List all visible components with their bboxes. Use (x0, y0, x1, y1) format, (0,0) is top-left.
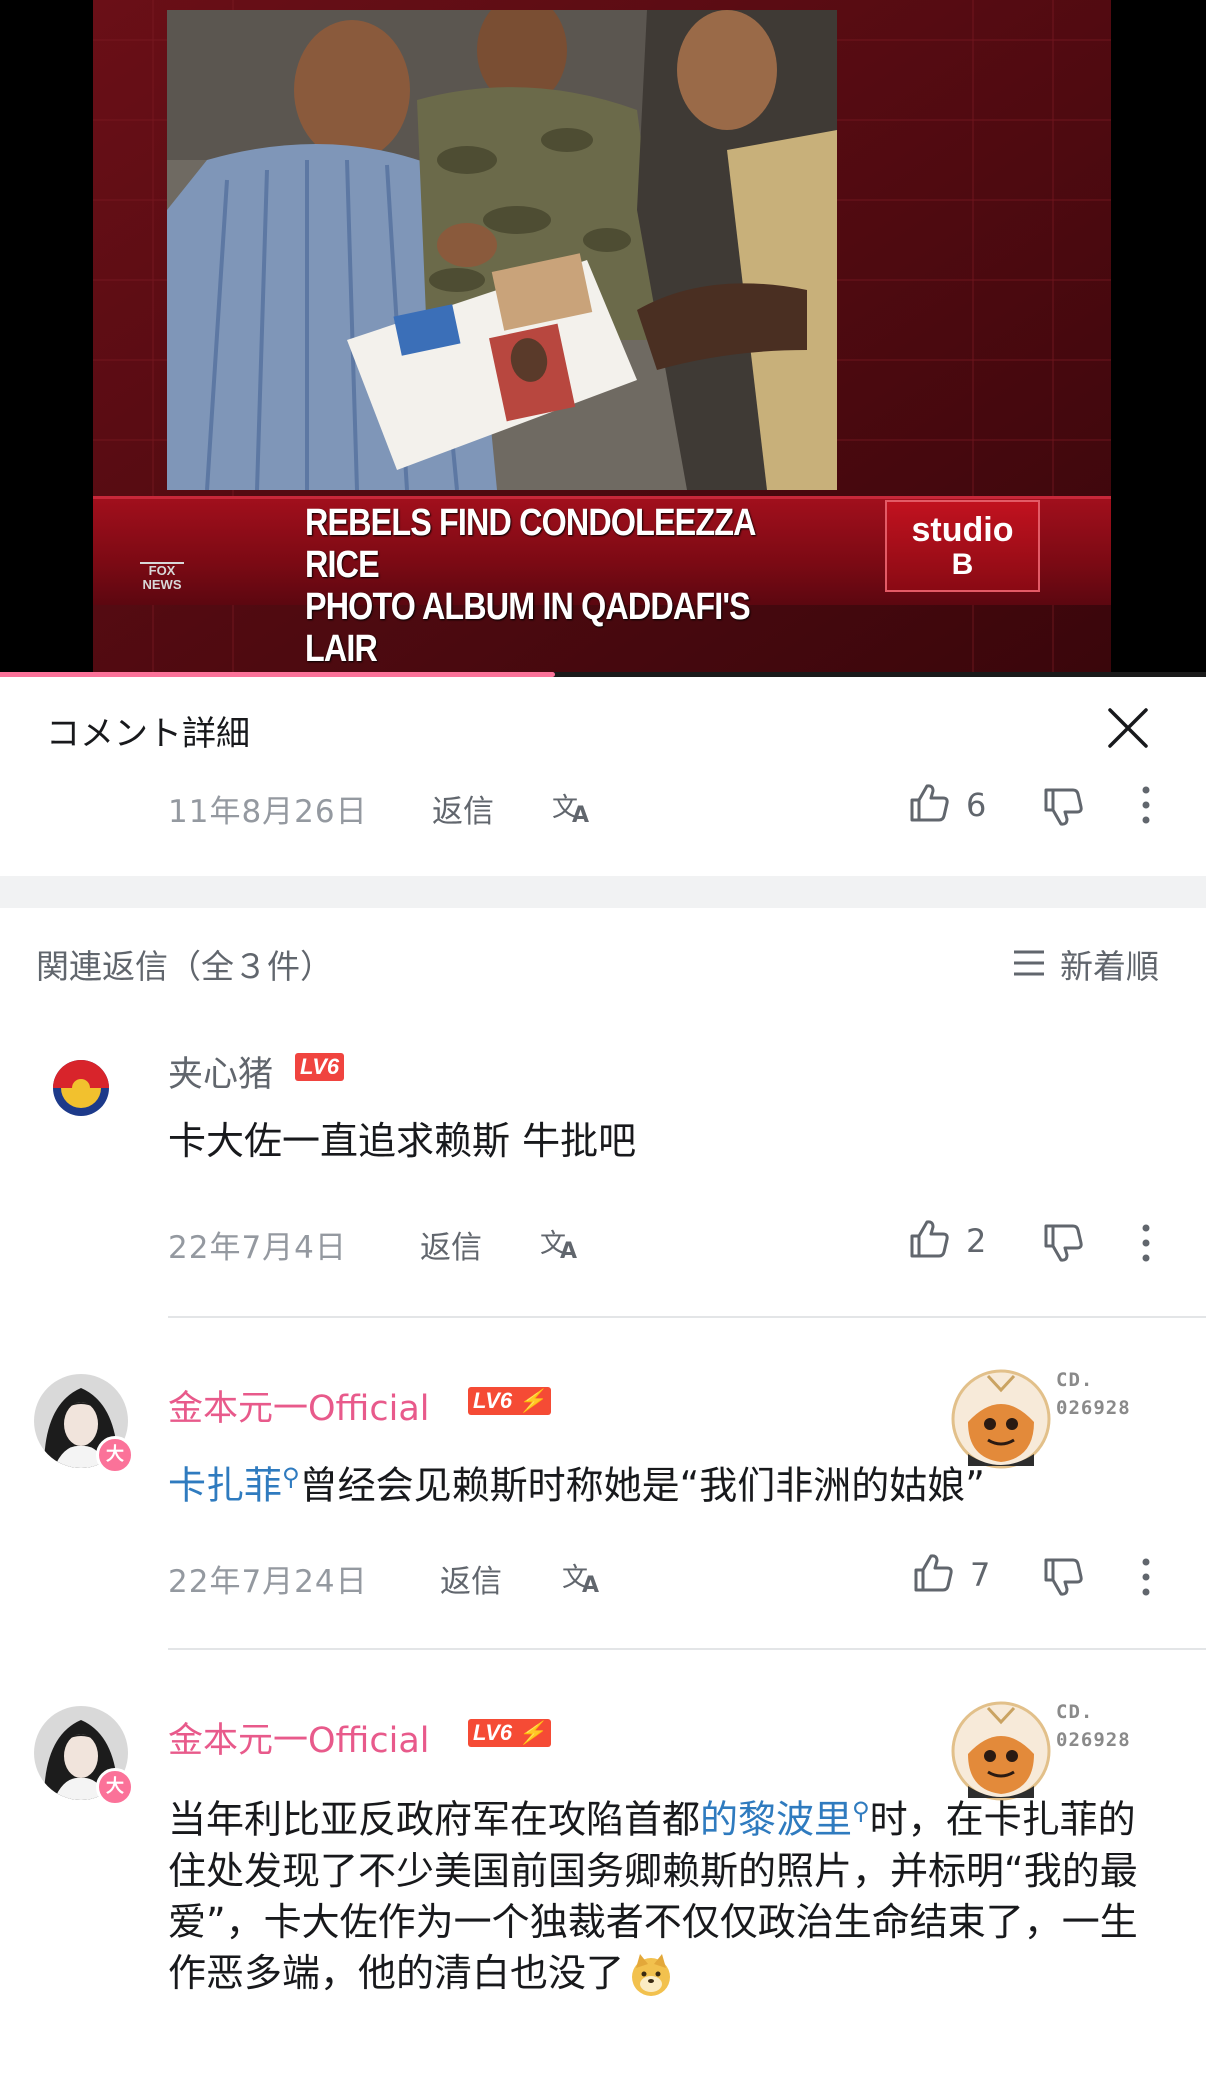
search-icon[interactable]: ⚲ (852, 1797, 870, 1825)
panel-title: コメント詳細 (46, 714, 250, 754)
headline-line-2: PHOTO ALBUM IN QADDAFI'S LAIR (305, 586, 751, 670)
svg-text:A: A (572, 803, 589, 828)
close-button[interactable] (1100, 700, 1156, 756)
translate-icon[interactable]: 文 A (560, 1554, 608, 1598)
sort-icon[interactable] (1012, 948, 1046, 978)
section-divider (0, 876, 1206, 908)
reply-text: 当年利比亚反政府军在攻陷首都的黎波里⚲时，在卡扎菲的住处发现了不少美国前国务卿赖… (168, 1786, 1168, 2076)
like-icon[interactable] (906, 1216, 952, 1262)
username[interactable]: 夹心猪 (168, 1046, 273, 1097)
level-badge: LV6 ⚡ (468, 1719, 551, 1747)
svg-text:A: A (560, 1239, 577, 1264)
row-divider (168, 1316, 1206, 1318)
row-divider (168, 1648, 1206, 1650)
avatar[interactable] (34, 1040, 128, 1134)
video-progress-fill (0, 672, 555, 677)
replies-section-title: 関連返信（全３件） (36, 947, 333, 986)
reply-text: 卡扎菲⚲曾经会见赖斯时称她是“我们非洲的姑娘” (168, 1452, 1168, 1512)
news-photo (167, 10, 837, 490)
search-icon[interactable]: ⚲ (282, 1463, 300, 1491)
reply-date: 22年7月24日 (168, 1564, 368, 1600)
reply-button[interactable]: 返信 (420, 1222, 482, 1267)
more-options-icon[interactable] (1138, 1556, 1154, 1598)
reply-text-before-link: 当年利比亚反政府军在攻陷首都 (168, 1797, 701, 1842)
fan-code-line-1: CD. (1056, 1369, 1094, 1391)
vip-mark: 大 (96, 1436, 134, 1474)
fox-news-logo: FOX NEWS (140, 562, 184, 600)
level-badge-text: LV6 (473, 1720, 513, 1745)
reply-date: 22年7月4日 (168, 1230, 347, 1266)
like-count: 7 (970, 1556, 991, 1594)
news-headline: REBELS FIND CONDOLEEZZA RICE PHOTO ALBUM… (305, 502, 781, 670)
username[interactable]: 金本元一Official (168, 1712, 430, 1763)
keyword-link[interactable]: 的黎波里 (700, 1798, 852, 1842)
translate-icon[interactable]: 文 A (538, 1220, 586, 1264)
doge-emoji-icon (628, 1952, 674, 1998)
fan-code-line-1: CD. (1056, 1701, 1094, 1723)
close-icon (1108, 708, 1148, 748)
like-icon[interactable] (910, 1550, 956, 1596)
fan-code-line-2: 026928 (1056, 1397, 1131, 1419)
main-comment-date: 11年8月26日 (168, 794, 368, 830)
reply-text: 卡大佐一直追求赖斯 牛批吧 (168, 1119, 637, 1163)
sort-button[interactable]: 新着順 (1060, 940, 1159, 988)
username[interactable]: 金本元一Official (168, 1380, 430, 1431)
keyword-link[interactable]: 卡扎菲 (168, 1464, 282, 1508)
more-options-icon[interactable] (1138, 784, 1154, 826)
headline-line-1: REBELS FIND CONDOLEEZZA RICE (305, 502, 755, 586)
level-badge: LV6 (295, 1053, 345, 1081)
reply-text-body: 曾经会见赖斯时称她是“我们非洲的姑娘” (299, 1463, 985, 1508)
reply-button[interactable]: 返信 (440, 1556, 502, 1601)
studio-b-badge: studio B (885, 500, 1040, 592)
like-icon[interactable] (906, 780, 952, 826)
like-count: 2 (966, 1222, 987, 1260)
dislike-icon[interactable] (1040, 1554, 1086, 1600)
level-badge-text: LV6 (473, 1388, 513, 1413)
main-comment-reply-button[interactable]: 返信 (432, 786, 494, 831)
svg-text:A: A (582, 1573, 599, 1598)
translate-icon[interactable]: 文 A (550, 784, 598, 828)
fan-code-line-2: 026928 (1056, 1729, 1131, 1751)
vip-mark: 大 (96, 1768, 134, 1806)
more-options-icon[interactable] (1138, 1222, 1154, 1264)
dislike-icon[interactable] (1040, 784, 1086, 830)
studio-word: studio (911, 511, 1014, 549)
main-comment-like-count: 6 (966, 786, 987, 824)
dislike-icon[interactable] (1040, 1220, 1086, 1266)
studio-letter: B (951, 548, 974, 581)
level-badge: LV6 ⚡ (468, 1387, 551, 1415)
